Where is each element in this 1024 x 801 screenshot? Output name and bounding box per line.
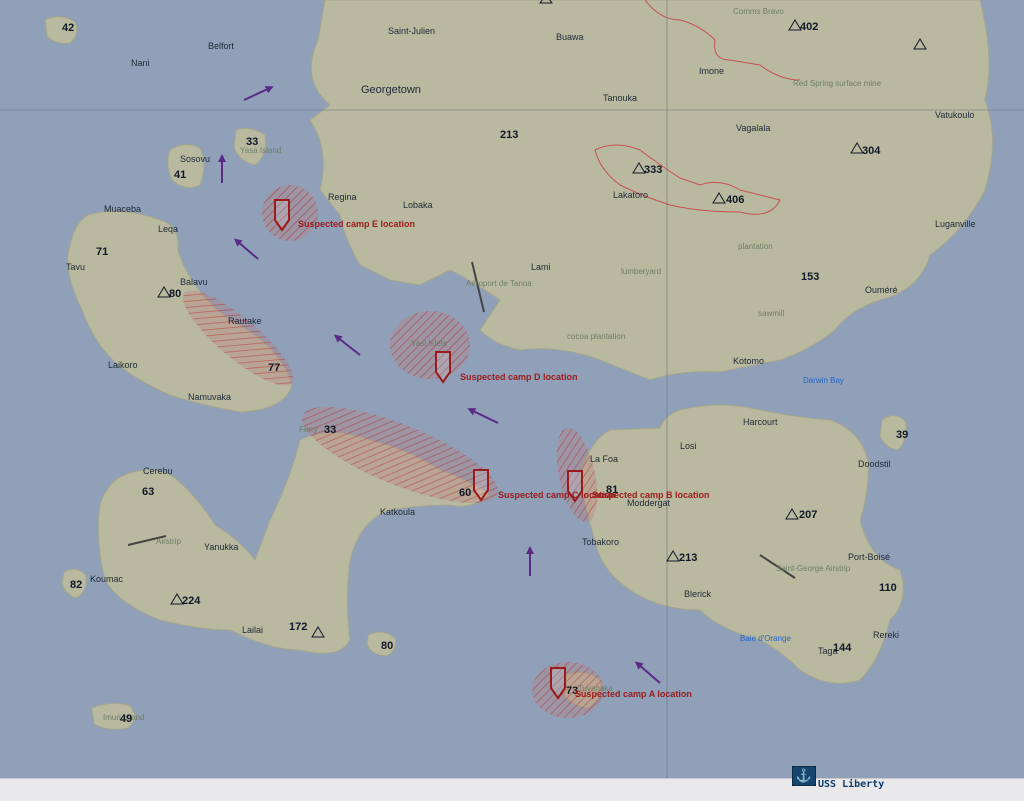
place-baie-d-orange: Baie d'Orange (740, 634, 791, 643)
elevation-304: 304 (862, 145, 881, 157)
anchor-icon[interactable]: ⚓ (792, 766, 816, 786)
place-port-boise: Port-Boisé (848, 552, 890, 562)
place-laikoro: Laikoro (108, 360, 138, 370)
poi-red-spring: Red Spring surface mine (793, 79, 882, 88)
place-vatukoulo: Vatukoulo (935, 110, 974, 120)
place-tobakoro: Tobakoro (582, 537, 619, 547)
place-lakatoro: Lakatoro (613, 190, 648, 200)
elevation-41: 41 (174, 169, 186, 181)
place-lami: Lami (531, 262, 551, 272)
elevation-49: 49 (120, 713, 132, 725)
tactical-map[interactable]: Saint-Julien Buawa Belfort Nani Imone Ge… (0, 0, 1024, 800)
elevation-33-ferry: 33 (324, 424, 336, 436)
elevation-406: 406 (726, 194, 744, 206)
camp-b-label: Suspected camp B location (592, 490, 710, 500)
poi-lumberyard: lumberyard (621, 267, 661, 276)
place-kotomo: Kotomo (733, 356, 764, 366)
poi-west-airstrip: Airstrip (156, 537, 181, 546)
elevation-71: 71 (96, 246, 108, 258)
poi-plantation: plantation (738, 242, 773, 251)
place-aeroport: Aéroport de Tanoa (466, 279, 532, 288)
place-leqa: Leqa (158, 224, 178, 234)
uss-liberty-label: USS Liberty (818, 779, 885, 790)
elevation-110: 110 (879, 582, 897, 594)
poi-comms-bravo: Comms Bravo (733, 7, 784, 16)
place-saint-julien: Saint-Julien (388, 26, 435, 36)
land-sosovu-island (167, 144, 205, 189)
elevation-224: 224 (182, 595, 201, 607)
place-katkoula: Katkoula (380, 507, 415, 517)
place-blerick: Blerick (684, 589, 712, 599)
elevation-60: 60 (459, 487, 471, 499)
place-harcourt: Harcourt (743, 417, 778, 427)
place-muaceba: Muaceba (104, 204, 141, 214)
place-imone: Imone (699, 66, 724, 76)
place-darwin-bay: Darwin Bay (803, 376, 844, 385)
place-namuvaka: Namuvaka (188, 392, 231, 402)
poi-st-george-airstrip: Saint-George Airstrip (776, 564, 851, 573)
place-sosovu: Sosovu (180, 154, 210, 164)
elevation-172: 172 (289, 621, 307, 633)
elevation-144: 144 (833, 642, 852, 654)
place-lailai: Lailai (242, 625, 263, 635)
place-cerebu: Cerebu (143, 466, 173, 476)
camp-d-label: Suspected camp D location (460, 372, 578, 382)
place-ferry: Ferry (299, 425, 318, 434)
place-vagalala: Vagalala (736, 123, 770, 133)
poi-sawmill: sawmill (758, 309, 784, 318)
poi-cocoa-plantation: cocoa plantation (567, 332, 625, 341)
place-belfort: Belfort (208, 41, 235, 51)
elevation-33-north: 33 (246, 136, 258, 148)
elevation-80-west: 80 (169, 288, 181, 300)
place-tavu: Tavu (66, 262, 85, 272)
map-canvas[interactable]: Saint-Julien Buawa Belfort Nani Imone Ge… (0, 0, 1024, 800)
elevation-77: 77 (268, 362, 280, 374)
elevation-213-south: 213 (679, 552, 697, 564)
elevation-39: 39 (896, 429, 908, 441)
place-luganville: Luganville (935, 219, 976, 229)
place-yanukka: Yanukka (204, 542, 238, 552)
place-rereki: Rereki (873, 630, 899, 640)
place-regina: Regina (328, 192, 357, 202)
elevation-213-north: 213 (500, 129, 518, 141)
elevation-82: 82 (70, 579, 82, 591)
elevation-153: 153 (801, 271, 819, 283)
camp-e-label: Suspected camp E location (298, 219, 415, 229)
elevation-402: 402 (800, 21, 818, 33)
elevation-42: 42 (62, 22, 74, 34)
elevation-333: 333 (644, 164, 662, 176)
place-la-foa: La Foa (590, 454, 618, 464)
elevation-63: 63 (142, 486, 154, 498)
place-losi: Losi (680, 441, 697, 451)
place-tanouka: Tanouka (603, 93, 637, 103)
place-yasi-islets: Yasi Islets (411, 339, 447, 348)
place-koumac: Koumac (90, 574, 124, 584)
camp-a-label: Suspected camp A location (575, 689, 692, 699)
elevation-207: 207 (799, 509, 817, 521)
place-georgetown: Georgetown (361, 84, 421, 96)
place-rautake: Rautake (228, 316, 262, 326)
place-nani: Nani (131, 58, 150, 68)
place-lobaka: Lobaka (403, 200, 433, 210)
elevation-80-south: 80 (381, 640, 393, 652)
place-doodstil: Doodstil (858, 459, 891, 469)
place-oumere: Ouméré (865, 285, 898, 295)
place-balavu: Balavu (180, 277, 208, 287)
place-buawa: Buawa (556, 32, 584, 42)
